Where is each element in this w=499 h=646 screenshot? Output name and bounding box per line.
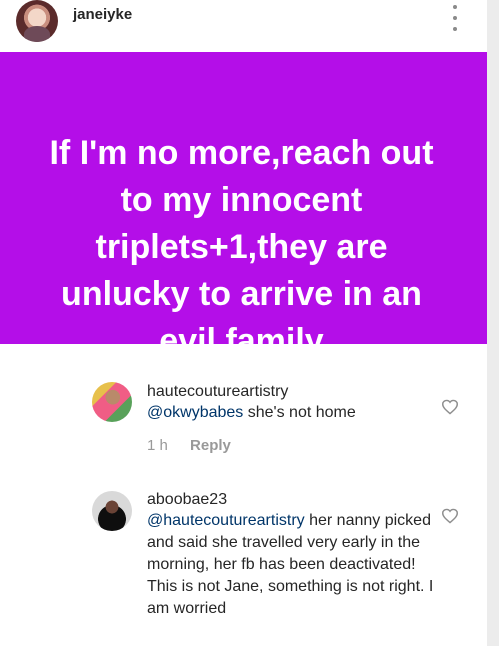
- dot: [453, 27, 457, 31]
- comment-mention[interactable]: @hautecoutureartistry: [147, 512, 305, 529]
- post-image[interactable]: If I'm no more,reach out to my innocent …: [0, 52, 487, 344]
- more-options-icon[interactable]: [450, 5, 460, 31]
- comment-time: 1 h: [147, 437, 168, 454]
- post-header: janeiyke: [0, 0, 487, 50]
- post-text: If I'm no more,reach out to my innocent …: [49, 134, 434, 344]
- reply-button[interactable]: Reply: [190, 437, 231, 454]
- commenter-avatar[interactable]: [92, 382, 132, 422]
- comment-content: hautecoutureartistry @okwybabes she's no…: [147, 382, 435, 424]
- profile-avatar[interactable]: [16, 0, 58, 42]
- dot: [453, 5, 457, 9]
- comment-meta: 1 h Reply: [147, 437, 231, 454]
- comment-mention[interactable]: @okwybabes: [147, 404, 243, 421]
- commenter-avatar[interactable]: [92, 491, 132, 531]
- heart-icon[interactable]: [441, 508, 459, 524]
- comment-username[interactable]: hautecoutureartistry: [147, 382, 435, 402]
- comment-username[interactable]: aboobae23: [147, 490, 435, 510]
- screen-edge: [487, 0, 499, 646]
- comments-section: hautecoutureartistry @okwybabes she's no…: [0, 344, 487, 646]
- comment-content: aboobae23 @hautecoutureartistry her nann…: [147, 490, 435, 620]
- comment-text: she's not home: [243, 404, 356, 421]
- heart-icon[interactable]: [441, 399, 459, 415]
- post-username[interactable]: janeiyke: [73, 6, 132, 23]
- dot: [453, 16, 457, 20]
